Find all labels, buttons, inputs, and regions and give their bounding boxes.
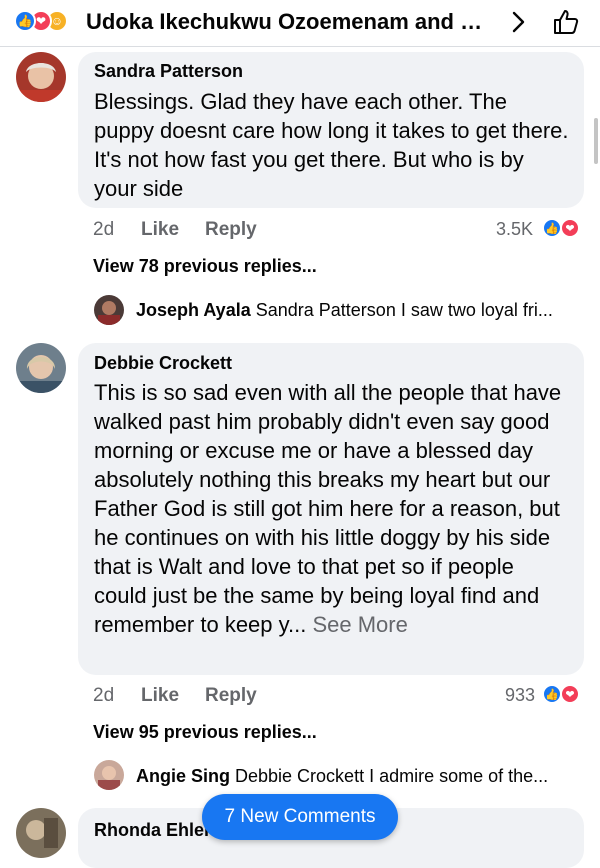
reactors-title[interactable]: Udoka Ikechukwu Ozoemenam and 1... [86,9,486,35]
reply-preview[interactable]: Joseph Ayala Sandra Patterson I saw two … [136,300,576,321]
reply-text: Sandra Patterson I saw two loyal fri... [255,300,553,320]
reply-preview[interactable]: Angie Sing Debbie Crockett I admire some… [136,766,576,787]
reply-author[interactable]: Angie Sing [136,766,230,786]
like-outline-icon[interactable] [552,8,580,36]
chevron-right-icon[interactable] [506,10,530,34]
comment-text: This is so sad even with all the people … [94,378,572,639]
avatar[interactable] [94,295,124,325]
view-previous-replies[interactable]: View 95 previous replies... [93,722,317,743]
post-header: 👍 ❤ ☺ Udoka Ikechukwu Ozoemenam and 1... [0,0,600,47]
comment-time[interactable]: 2d [93,219,114,241]
comment-author[interactable]: Rhonda Ehler [94,820,211,841]
like-icon: 👍 [14,10,36,32]
love-icon: ❤ [560,218,580,238]
love-icon: ❤ [560,684,580,704]
reply-button[interactable]: Reply [205,219,257,241]
new-comments-button[interactable]: 7 New Comments [202,794,398,840]
reaction-count[interactable]: 3.5K [496,219,533,240]
like-icon: 👍 [542,684,562,704]
see-more-link[interactable]: See More [306,612,407,637]
comment-author[interactable]: Sandra Patterson [94,61,243,82]
like-button[interactable]: Like [141,685,179,707]
scrollbar[interactable] [594,118,598,164]
like-button[interactable]: Like [141,219,179,241]
reply-text: Debbie Crockett I admire some of the... [235,766,549,786]
comment-author[interactable]: Debbie Crockett [94,353,232,374]
reply-button[interactable]: Reply [205,685,257,707]
avatar[interactable] [16,808,66,858]
reaction-count[interactable]: 933 [505,685,535,706]
like-icon: 👍 [542,218,562,238]
avatar[interactable] [94,760,124,790]
avatar[interactable] [16,52,66,102]
reply-author[interactable]: Joseph Ayala [136,300,251,320]
avatar[interactable] [16,343,66,393]
comment-time[interactable]: 2d [93,685,114,707]
comment-text-body: This is so sad even with all the people … [94,380,562,637]
view-previous-replies[interactable]: View 78 previous replies... [93,256,317,277]
comment-text: Blessings. Glad they have each other. Th… [94,89,569,201]
